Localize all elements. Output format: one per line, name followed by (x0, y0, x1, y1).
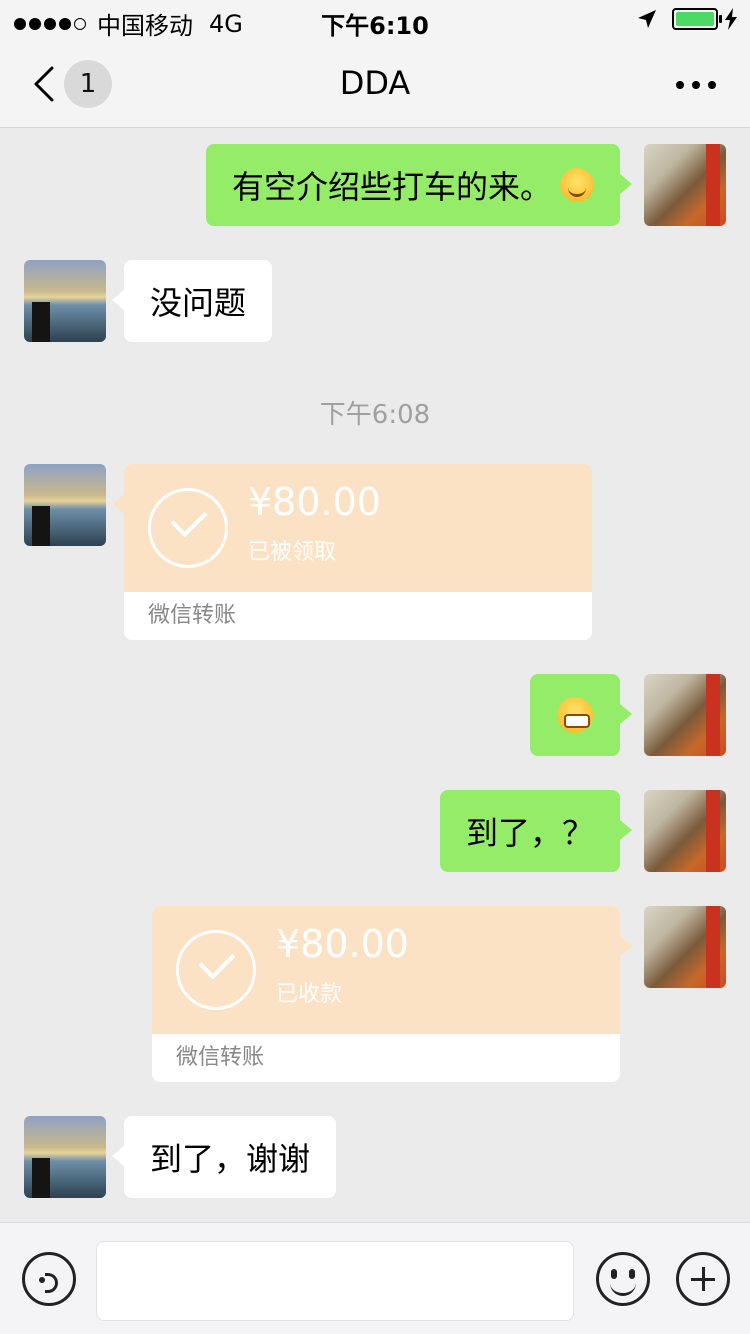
message-text: 到了，？ (465, 814, 594, 852)
transfer-card-received[interactable]: ¥80.00 已被领取 微信转账 (112, 464, 592, 640)
message-bubble-sent[interactable]: 有空介绍些打车的来。 (205, 144, 633, 226)
status-right (636, 8, 738, 30)
message-bubble-received[interactable]: 到了，谢谢 (111, 1116, 337, 1198)
battery-icon (672, 8, 722, 30)
check-circle-icon (148, 488, 228, 568)
smile-emoji-icon (560, 168, 594, 202)
transfer-amount: ¥80.00 (248, 480, 381, 524)
transfer-footer: 微信转账 (148, 603, 237, 628)
message-text: 有空介绍些打车的来。 (231, 168, 552, 206)
message-bubble-sent[interactable]: 到了，？ (439, 790, 633, 872)
transfer-status: 已被领取 (248, 540, 337, 565)
friend-avatar[interactable] (24, 260, 106, 342)
message-bubble-received[interactable]: 没问题 (111, 260, 273, 342)
chat-navbar: 1 DDA (0, 40, 750, 128)
emoji-picker-icon[interactable] (596, 1252, 650, 1306)
transfer-card-sent[interactable]: ¥80.00 已收款 微信转账 (152, 906, 632, 1082)
status-bar: 中国移动 4G 下午6:10 (0, 0, 750, 40)
message-text: 到了，谢谢 (150, 1140, 311, 1178)
message-input[interactable] (96, 1241, 574, 1321)
check-circle-icon (176, 930, 256, 1010)
friend-avatar[interactable] (24, 464, 106, 546)
more-options-icon[interactable] (676, 78, 716, 92)
chat-input-bar (0, 1222, 750, 1334)
chat-title: DDA (339, 64, 411, 102)
voice-input-icon[interactable] (22, 1252, 76, 1306)
transfer-footer: 微信转账 (176, 1045, 265, 1070)
charging-bolt-icon (725, 8, 737, 30)
my-avatar[interactable] (644, 790, 726, 872)
transfer-amount: ¥80.00 (276, 922, 409, 966)
my-avatar[interactable] (644, 906, 726, 988)
message-text: 没问题 (150, 284, 247, 322)
more-actions-plus-icon[interactable] (676, 1252, 730, 1306)
transfer-status: 已收款 (276, 982, 343, 1007)
friend-avatar[interactable] (24, 1116, 106, 1198)
my-avatar[interactable] (644, 674, 726, 756)
grin-emoji-icon (557, 697, 593, 733)
message-bubble-sent[interactable] (530, 674, 632, 756)
message-timestamp: 下午6:08 (319, 400, 431, 430)
my-avatar[interactable] (644, 144, 726, 226)
location-arrow-icon (638, 10, 656, 28)
